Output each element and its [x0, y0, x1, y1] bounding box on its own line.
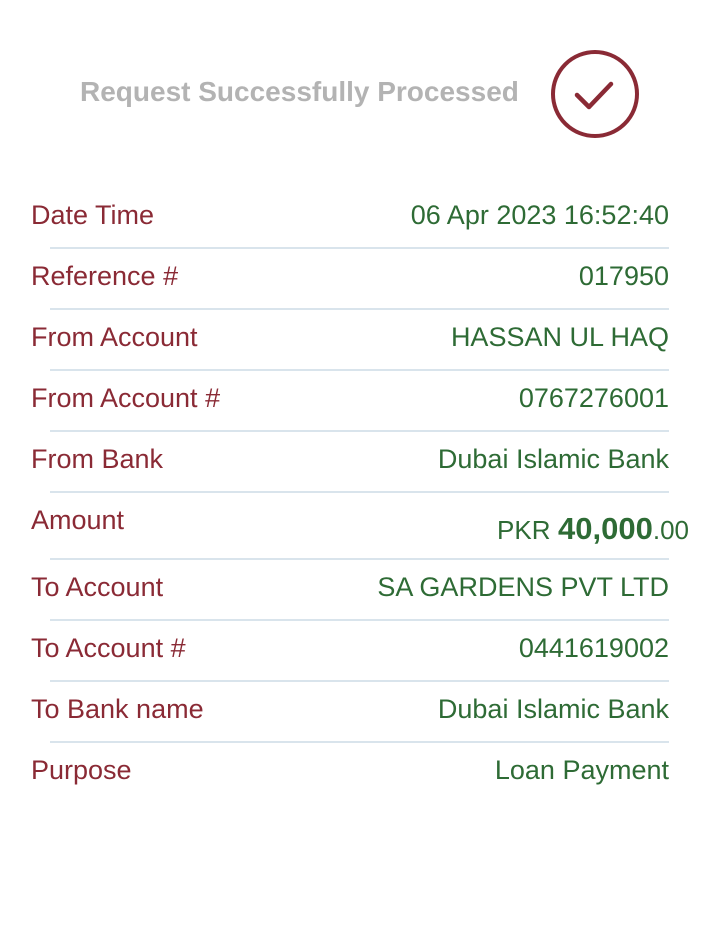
detail-row-amount: Amount PKR 40,000.00 [0, 493, 720, 560]
detail-value: 017950 [578, 261, 669, 291]
detail-label: From Account [31, 322, 198, 352]
detail-label: From Bank [31, 444, 164, 474]
detail-value: 0767276001 [518, 383, 669, 413]
transaction-details: Date Time 06 Apr 2023 16:52:40 Reference… [0, 188, 720, 804]
page-title: Request Successfully Processed [80, 76, 519, 107]
detail-label: To Bank name [31, 694, 204, 724]
detail-label: To Account [31, 572, 164, 602]
amount-minor: .00 [652, 515, 689, 545]
detail-row-reference: Reference # 017950 [0, 249, 720, 310]
detail-row-purpose: Purpose Loan Payment [0, 743, 720, 804]
success-header: Request Successfully Processed [0, 44, 720, 144]
detail-row-to-account: To Account SA GARDENS PVT LTD [0, 560, 720, 621]
detail-value: SA GARDENS PVT LTD [377, 572, 669, 602]
amount-value: PKR 40,000.00 [497, 511, 689, 547]
detail-row-from-account-number: From Account # 0767276001 [0, 371, 720, 432]
detail-row-date-time: Date Time 06 Apr 2023 16:52:40 [0, 188, 720, 249]
detail-value: 06 Apr 2023 16:52:40 [410, 200, 669, 230]
detail-label: Date Time [31, 200, 155, 230]
detail-label: Purpose [31, 755, 132, 785]
detail-value: 0441619002 [518, 633, 669, 663]
detail-label: From Account # [31, 383, 221, 413]
detail-value: Dubai Islamic Bank [437, 444, 669, 474]
detail-value: Loan Payment [494, 755, 669, 785]
detail-label: Reference # [31, 261, 179, 291]
check-circle-icon [551, 50, 639, 138]
detail-label: To Account # [31, 633, 186, 663]
detail-row-to-bank: To Bank name Dubai Islamic Bank [0, 682, 720, 743]
amount-currency: PKR [497, 515, 551, 545]
detail-label: Amount [31, 505, 125, 535]
detail-row-to-account-number: To Account # 0441619002 [0, 621, 720, 682]
amount-major: 40,000 [558, 511, 653, 546]
detail-row-from-account: From Account HASSAN UL HAQ [0, 310, 720, 371]
detail-value: Dubai Islamic Bank [437, 694, 669, 724]
detail-row-from-bank: From Bank Dubai Islamic Bank [0, 432, 720, 493]
detail-value: HASSAN UL HAQ [450, 322, 669, 352]
